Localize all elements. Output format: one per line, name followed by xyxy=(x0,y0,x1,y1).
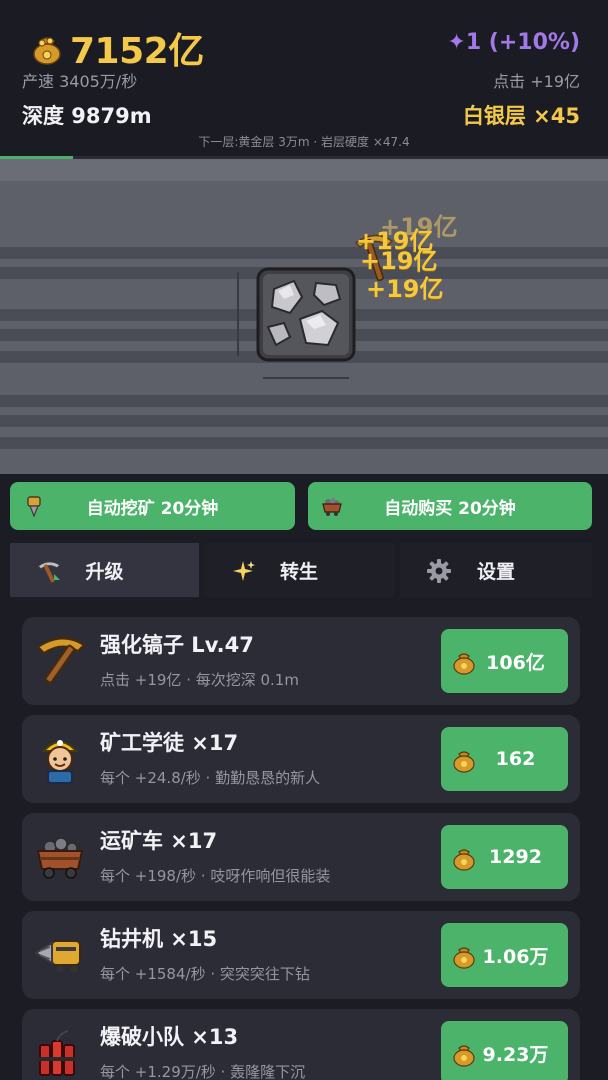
buy-price: 1.06万 xyxy=(482,945,549,968)
tab-settings-label: 设置 xyxy=(476,560,515,583)
upgrade-card-dynamite: 爆破小队 ×13 每个 +1.29万/秒 · 轰隆隆下沉 9.23万 xyxy=(22,1009,580,1080)
buy-button[interactable]: 9.23万 xyxy=(441,1021,568,1080)
auto-buy-button[interactable]: 自动购买 20分钟 xyxy=(308,482,592,530)
pickaxe-icon xyxy=(37,561,61,583)
mine-area[interactable]: +19亿 +19亿 +19亿 +19亿 xyxy=(0,159,608,474)
sparkle-icon xyxy=(233,561,255,581)
layer-value: 白银层 ×45 xyxy=(462,104,580,128)
upgrade-desc: 每个 +1.29万/秒 · 轰隆隆下沉 xyxy=(100,1063,306,1080)
miner-icon xyxy=(41,740,79,784)
surface-layer xyxy=(0,159,608,181)
gem-value: ✦1 (+10%) xyxy=(447,30,580,55)
upgrade-name: 爆破小队 ×13 xyxy=(100,1025,239,1049)
tab-settings[interactable]: 设置 xyxy=(400,543,592,597)
upgrade-desc: 每个 +24.8/秒 · 勤勤恳恳的新人 xyxy=(100,769,321,787)
tab-upgrade[interactable]: 升级 xyxy=(10,543,199,597)
gold-bag-icon xyxy=(453,849,475,871)
ore-frame-line xyxy=(263,377,349,379)
buy-price: 106亿 xyxy=(486,651,545,674)
pickaxe-icon xyxy=(36,637,86,684)
top-header: 7152亿 ✦1 (+10%) 产速 3405万/秒 点击 +19亿 深度 98… xyxy=(0,0,608,159)
upgrade-card-minecart: 运矿车 ×17 每个 +198/秒 · 吱呀作响但很能装 1292 xyxy=(22,813,580,901)
rock-stripe xyxy=(0,415,608,427)
auto-mine-button[interactable]: 自动挖矿 20分钟 xyxy=(10,482,295,530)
buy-button[interactable]: 162 xyxy=(441,727,568,791)
upgrade-name: 强化镐子 Lv.47 xyxy=(100,633,254,657)
upgrade-name: 钻井机 ×15 xyxy=(100,927,218,951)
upgrade-card-miner: 矿工学徒 ×17 每个 +24.8/秒 · 勤勤恳恳的新人 162 xyxy=(22,715,580,803)
buy-button[interactable]: 1.06万 xyxy=(441,923,568,987)
minecart-icon xyxy=(322,498,342,516)
gold-value: 7152亿 xyxy=(70,31,204,72)
buy-price: 1292 xyxy=(489,846,542,868)
gold-bag-icon xyxy=(33,37,61,65)
production-rate: 产速 3405万/秒 xyxy=(22,72,138,91)
damage-float: +19亿 xyxy=(366,275,444,303)
buy-button[interactable]: 1292 xyxy=(441,825,568,889)
upgrade-desc: 每个 +1584/秒 · 突突突往下钻 xyxy=(100,965,310,983)
rock-stripe xyxy=(0,247,608,259)
upgrade-desc: 每个 +198/秒 · 吱呀作响但很能装 xyxy=(100,867,331,885)
drill-icon xyxy=(27,496,41,518)
upgrade-name: 运矿车 ×17 xyxy=(100,829,218,853)
buy-price: 162 xyxy=(495,748,536,770)
upgrade-name: 矿工学徒 ×17 xyxy=(100,731,239,755)
silver-ore-block[interactable] xyxy=(256,267,356,362)
tab-rebirth-label: 转生 xyxy=(279,560,318,583)
gold-bag-icon xyxy=(453,947,475,969)
dynamite-icon xyxy=(38,1030,76,1076)
depth-value: 深度 9879m xyxy=(22,104,152,128)
tab-rebirth[interactable]: 转生 xyxy=(204,543,394,597)
tab-upgrade-label: 升级 xyxy=(85,560,124,583)
drill-icon xyxy=(34,940,81,973)
minecart-icon xyxy=(36,837,84,879)
upgrade-card-pickaxe: 强化镐子 Lv.47 点击 +19亿 · 每次挖深 0.1m 106亿 xyxy=(22,617,580,705)
upgrade-card-drill: 钻井机 ×15 每个 +1584/秒 · 突突突往下钻 1.06万 xyxy=(22,911,580,999)
gold-bag-icon xyxy=(453,653,475,675)
auto-buy-label: 自动购买 20分钟 xyxy=(384,498,516,519)
click-value: 点击 +19亿 xyxy=(493,72,580,91)
gold-display: 7152亿 xyxy=(30,22,204,74)
gear-icon xyxy=(427,559,451,583)
rock-stripe xyxy=(0,395,608,407)
gold-bag-icon xyxy=(453,1045,475,1067)
next-layer-info: 下一层:黄金层 3万m · 岩层硬度 ×47.4 xyxy=(198,135,410,149)
buy-price: 9.23万 xyxy=(482,1043,549,1066)
auto-mine-label: 自动挖矿 20分钟 xyxy=(86,498,219,519)
upgrade-desc: 点击 +19亿 · 每次挖深 0.1m xyxy=(100,671,299,689)
rock-stripe xyxy=(0,437,608,449)
buy-button[interactable]: 106亿 xyxy=(441,629,568,693)
gold-bag-icon xyxy=(453,751,475,773)
ore-frame-line xyxy=(237,272,239,356)
